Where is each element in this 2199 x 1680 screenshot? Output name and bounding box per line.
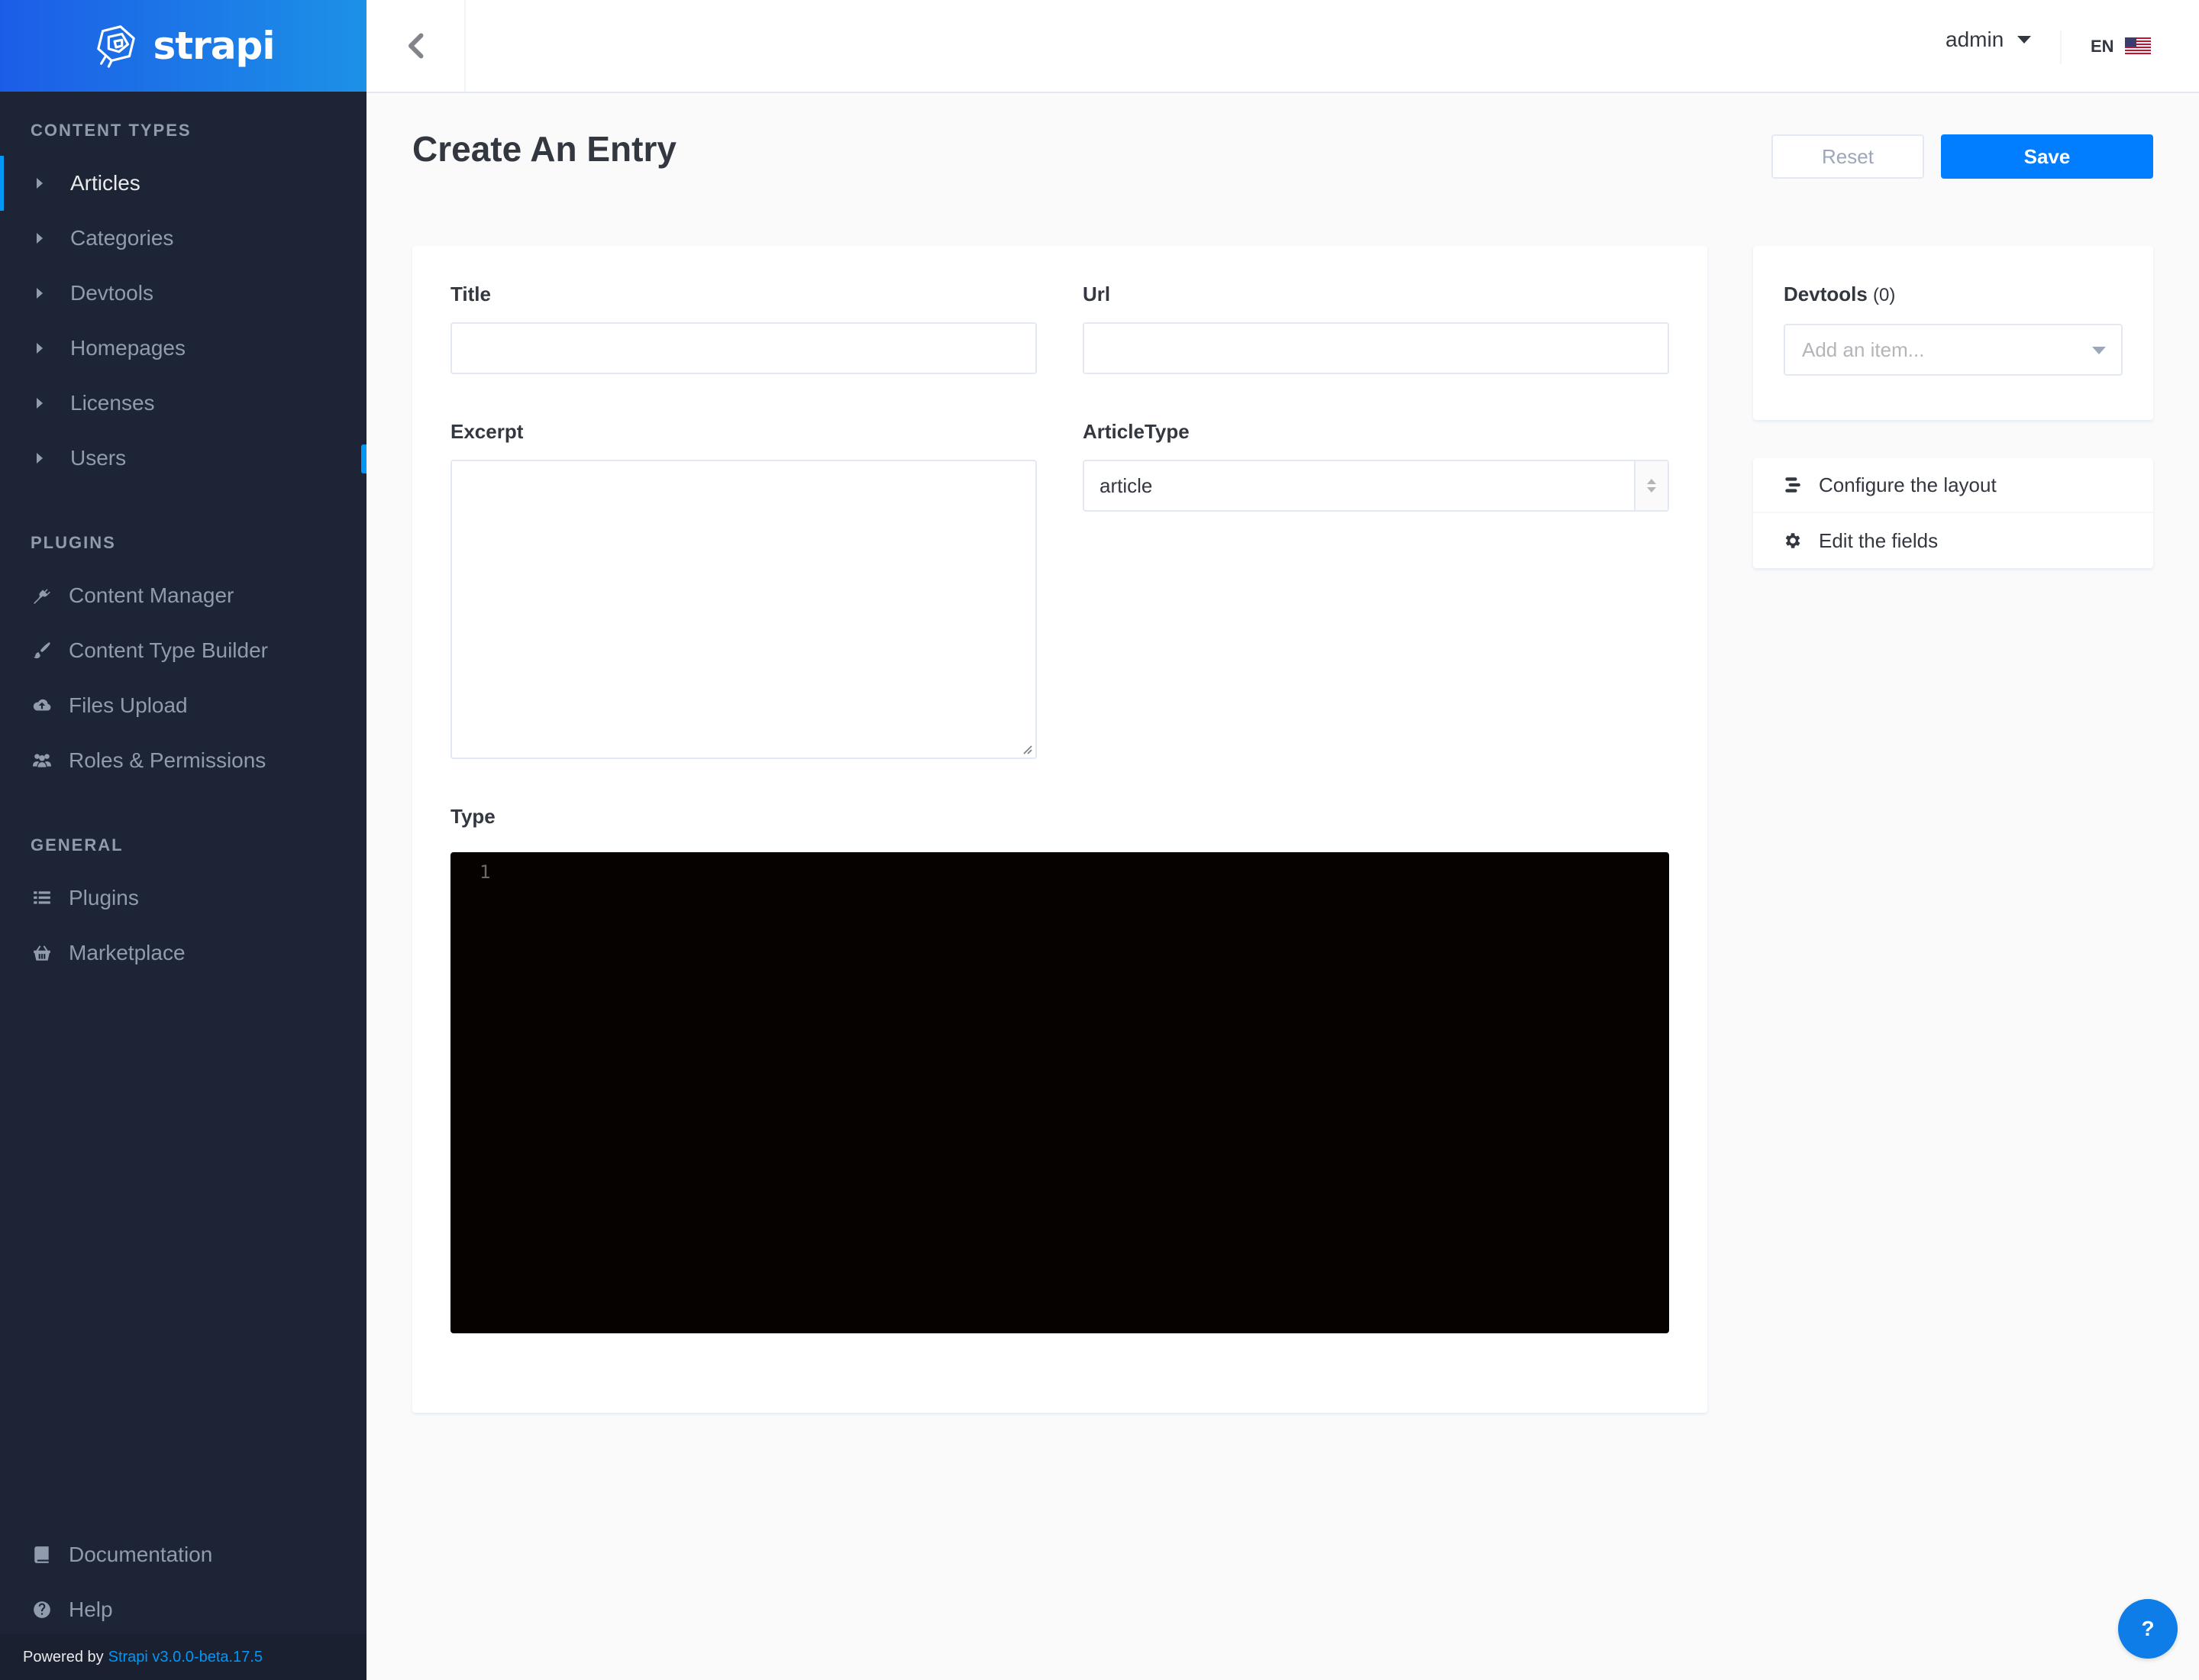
sidebar-item-label: Roles & Permissions <box>69 748 266 772</box>
page-title: Create An Entry <box>412 129 676 169</box>
sidebar-item-categories[interactable]: Categories <box>0 211 366 266</box>
top-header: admin EN <box>366 0 2199 93</box>
sidebar-item-label: Files Upload <box>69 693 188 717</box>
select-arrows-icon <box>1634 461 1668 510</box>
line-number: 1 <box>480 861 491 883</box>
sidebar-item-label: Licenses <box>70 391 155 415</box>
url-input[interactable] <box>1083 322 1669 374</box>
brand-name: strapi <box>153 24 276 68</box>
sidebar-item-label: Content Manager <box>69 583 234 607</box>
section-title-content-types: Content Types <box>31 121 192 140</box>
sidebar-item-label: Content Type Builder <box>69 638 268 662</box>
layout-links-card: Configure the layout Edit the fields <box>1753 458 2153 568</box>
list-icon <box>31 887 53 909</box>
sidebar-item-content-type-builder[interactable]: Content Type Builder <box>0 623 366 678</box>
sidebar-item-label: Users <box>70 446 127 470</box>
language-code: EN <box>2091 37 2114 56</box>
sidebar-item-label: Categories <box>70 226 174 250</box>
type-code-editor[interactable]: 1 <box>450 852 1669 1333</box>
sidebar-scroll-indicator <box>361 444 366 473</box>
sidebar-item-files-upload[interactable]: Files Upload <box>0 678 366 733</box>
devtools-label: Devtools <box>1784 283 1868 305</box>
caret-right-icon <box>37 453 43 464</box>
resize-handle-icon[interactable] <box>1020 742 1032 754</box>
question-circle-icon <box>31 1598 53 1621</box>
brush-icon <box>31 639 53 662</box>
sidebar-item-roles-permissions[interactable]: Roles & Permissions <box>0 733 366 788</box>
devtools-count: (0) <box>1873 285 1896 305</box>
configure-layout-label: Configure the layout <box>1819 473 1997 496</box>
layout-icon <box>1785 477 1800 493</box>
help-button[interactable]: ? <box>2118 1599 2178 1659</box>
active-indicator <box>0 156 4 211</box>
sidebar-item-plugins[interactable]: Plugins <box>0 871 366 926</box>
article-type-select[interactable]: article <box>1083 460 1669 512</box>
devtools-add-item-select[interactable]: Add an item... <box>1784 324 2123 376</box>
sidebar-item-marketplace[interactable]: Marketplace <box>0 926 366 981</box>
url-label: Url <box>1083 283 1111 305</box>
save-button[interactable]: Save <box>1941 134 2153 179</box>
caret-right-icon <box>37 343 43 354</box>
caret-right-icon <box>37 233 43 244</box>
back-button[interactable] <box>366 0 466 92</box>
section-title-general: General <box>31 835 124 855</box>
article-type-label: ArticleType <box>1083 420 1190 443</box>
devtools-title: Devtools (0) <box>1784 283 1895 306</box>
title-input[interactable] <box>450 322 1037 374</box>
caret-right-icon <box>37 288 43 299</box>
sidebar-item-users[interactable]: Users <box>0 431 366 486</box>
sidebar-item-label: Homepages <box>70 336 186 360</box>
sidebar-item-articles[interactable]: Articles <box>0 156 366 211</box>
chevron-left-icon <box>408 33 424 59</box>
entry-form-card: Title Url Excerpt ArticleType article Ty… <box>412 246 1707 1413</box>
sidebar-item-documentation[interactable]: Documentation <box>0 1527 366 1582</box>
sidebar-item-homepages[interactable]: Homepages <box>0 321 366 376</box>
powered-by-text: Powered by <box>23 1648 104 1665</box>
devtools-relation-card: Devtools (0) Add an item... <box>1753 246 2153 420</box>
configure-layout-link[interactable]: Configure the layout <box>1753 458 2153 513</box>
plug-icon <box>31 584 53 607</box>
sidebar-item-help[interactable]: Help <box>0 1582 366 1637</box>
caret-right-icon <box>37 178 43 189</box>
cloud-upload-icon <box>31 694 53 717</box>
strapi-logo[interactable]: strapi <box>92 22 276 69</box>
devtools-placeholder: Add an item... <box>1802 338 1925 361</box>
gear-icon <box>1785 533 1800 548</box>
sidebar-item-licenses[interactable]: Licenses <box>0 376 366 431</box>
caret-down-icon <box>2017 36 2032 44</box>
excerpt-textarea[interactable] <box>450 460 1037 759</box>
powered-by: Powered by Strapi v3.0.0-beta.17.5 <box>0 1634 366 1680</box>
sidebar-item-label: Plugins <box>69 886 139 909</box>
sidebar-item-label: Marketplace <box>69 941 186 964</box>
sidebar-item-label: Documentation <box>69 1543 213 1566</box>
reset-button[interactable]: Reset <box>1771 134 1924 179</box>
header-divider <box>2060 31 2062 64</box>
sidebar-item-label: Help <box>69 1598 113 1621</box>
sidebar-item-content-manager[interactable]: Content Manager <box>0 568 366 623</box>
user-menu[interactable]: admin <box>1946 27 2032 52</box>
language-switcher[interactable]: EN <box>2091 37 2151 57</box>
excerpt-label: Excerpt <box>450 420 524 443</box>
book-icon <box>31 1543 53 1566</box>
sidebar-item-label: Devtools <box>70 281 153 305</box>
sidebar: strapi Content Types Articles Categories… <box>0 0 366 1680</box>
us-flag-icon <box>2124 37 2151 56</box>
strapi-logo-icon <box>96 25 135 68</box>
sidebar-item-devtools[interactable]: Devtools <box>0 266 366 321</box>
users-icon <box>31 749 53 772</box>
user-name: admin <box>1946 27 2004 51</box>
edit-fields-label: Edit the fields <box>1819 528 1939 552</box>
section-title-plugins: Plugins <box>31 533 116 552</box>
title-label: Title <box>450 283 491 305</box>
sidebar-item-label: Articles <box>70 171 140 195</box>
brand-header[interactable]: strapi <box>0 0 366 92</box>
article-type-value: article <box>1100 473 1153 497</box>
type-label: Type <box>450 805 496 828</box>
edit-fields-link[interactable]: Edit the fields <box>1753 513 2153 568</box>
caret-down-icon <box>2092 347 2106 354</box>
basket-icon <box>31 942 53 964</box>
strapi-version-link[interactable]: Strapi v3.0.0-beta.17.5 <box>108 1649 263 1666</box>
caret-right-icon <box>37 398 43 409</box>
